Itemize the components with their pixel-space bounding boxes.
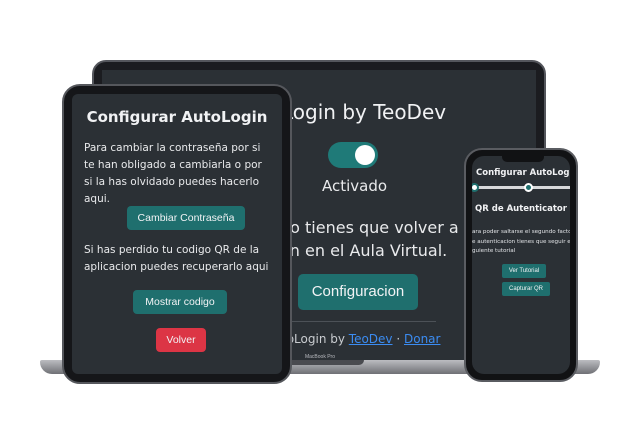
laptop-footer: toLogin by TeoDev · Donar (282, 332, 440, 346)
tablet-device: Configurar AutoLogin Para cambiar la con… (62, 84, 292, 384)
configuracion-button[interactable]: Configuracion (298, 274, 418, 310)
laptop-brand-label: MacBook Pro (304, 354, 335, 360)
phone-instructions-line3: guiente tutorial (472, 248, 516, 254)
donar-link[interactable]: Donar (404, 332, 440, 346)
change-password-button[interactable]: Cambiar Contraseña (127, 206, 245, 230)
phone-instructions-line2: e autenticacion tienes que seguir e (472, 238, 570, 245)
capture-qr-button[interactable]: Capturar QR (502, 282, 550, 296)
stepper-step-2[interactable] (524, 183, 533, 192)
back-button[interactable]: Volver (156, 328, 206, 352)
phone-notch (502, 156, 544, 162)
toggle-status-label: Activado (322, 177, 388, 195)
tablet-screen: Configurar AutoLogin Para cambiar la con… (72, 94, 282, 374)
footer-prefix: toLogin by (282, 332, 349, 346)
phone-page-title: Configurar AutoLogin (476, 168, 570, 178)
phone-screen: Configurar AutoLogin QR de Autenticator … (472, 156, 570, 374)
recover-qr-description: Si has perdido tu codigo QR de la aplica… (84, 244, 269, 273)
footer-separator: · (392, 332, 404, 346)
tablet-page-title: Configurar AutoLogin (86, 108, 268, 126)
laptop-page-title: Login by TeoDev (282, 100, 447, 124)
toggle-knob (355, 145, 375, 165)
stepper-step-1[interactable] (472, 183, 479, 192)
show-code-button[interactable]: Mostrar codigo (133, 290, 227, 314)
phone-device: Configurar AutoLogin QR de Autenticator … (464, 148, 578, 382)
phone-instructions: ara poder saltarse el segundo facto e au… (472, 228, 570, 257)
footer-divider (276, 321, 436, 322)
view-tutorial-button[interactable]: Ver Tutorial (502, 264, 546, 278)
change-password-description: Para cambiar la contraseña por si te han… (84, 142, 262, 205)
phone-section-title: QR de Autenticator (475, 204, 567, 214)
autologin-toggle[interactable] (328, 142, 378, 168)
stepper-progress-bar (474, 186, 570, 189)
teodev-link[interactable]: TeoDev (349, 332, 393, 346)
laptop-description-line1: no tienes que volver a inic (280, 218, 492, 237)
laptop-description-line2: ón en el Aula Virtual. (280, 241, 448, 260)
phone-instructions-line1: ara poder saltarse el segundo facto (472, 229, 570, 235)
